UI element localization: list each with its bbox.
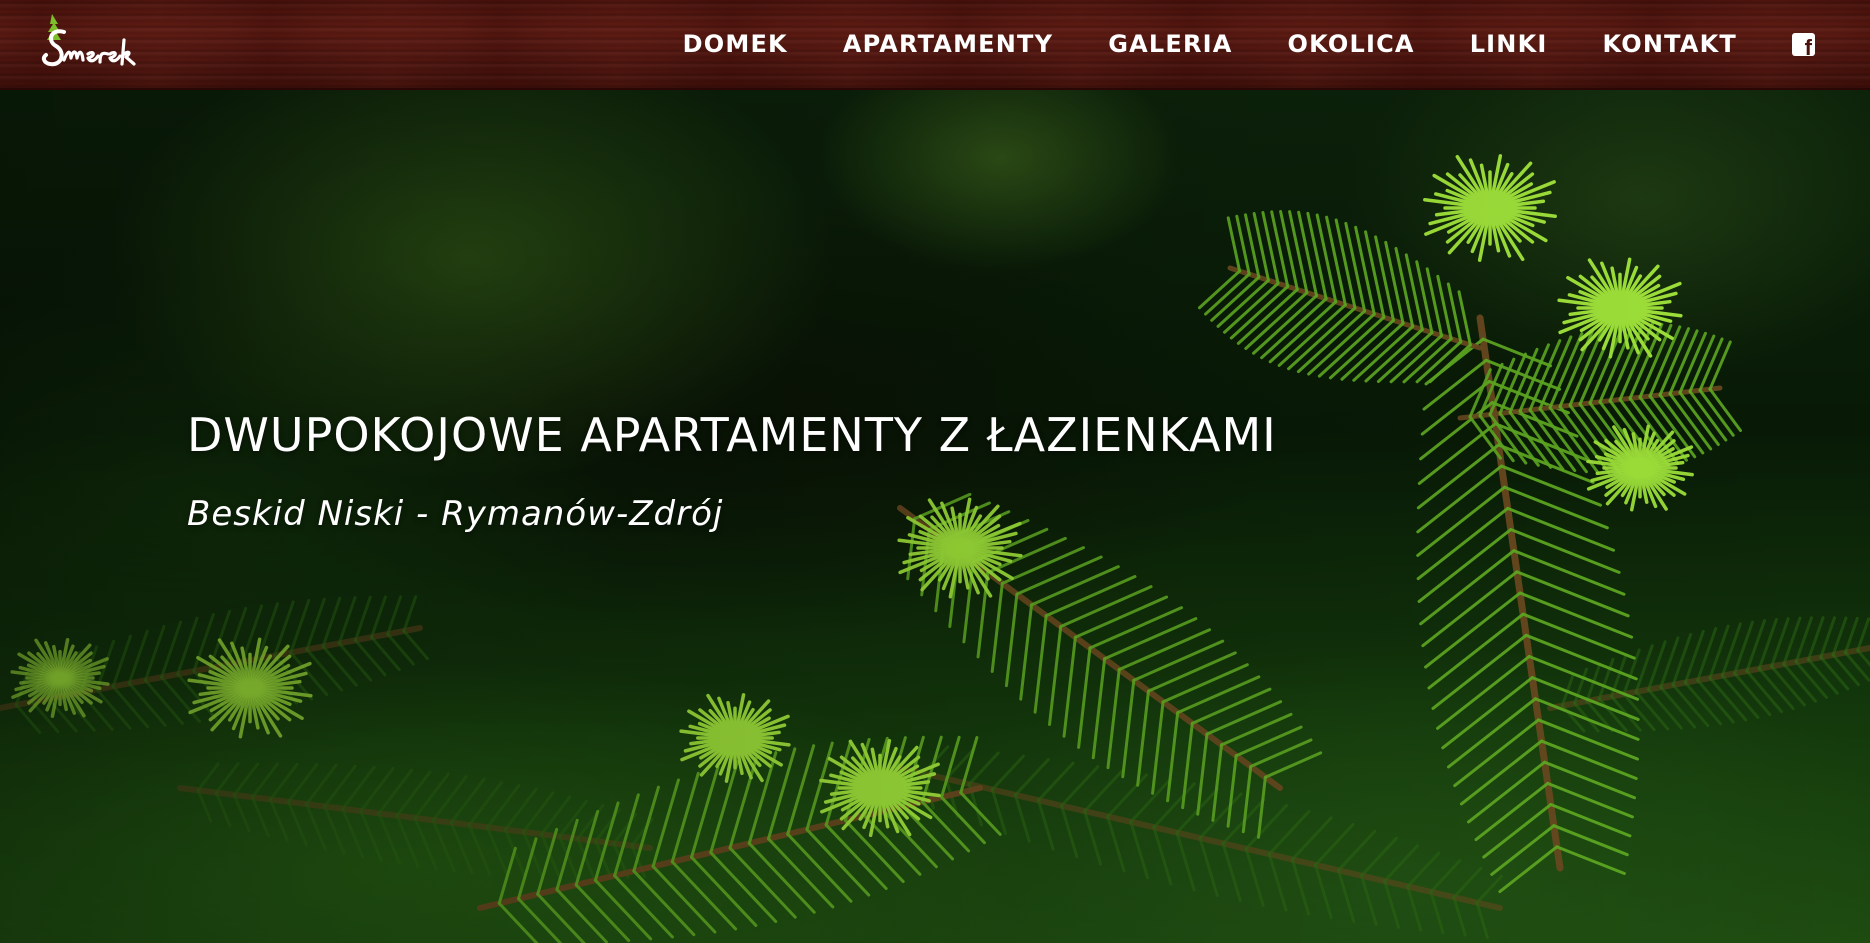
nav-apartamenty[interactable]: APARTAMENTY — [843, 30, 1053, 58]
smerek-logo-icon — [41, 14, 136, 67]
hero-banner: DWUPOKOJOWE APARTAMENTY Z ŁAZIENKAMI Bes… — [0, 88, 1870, 943]
hero-title: DWUPOKOJOWE APARTAMENTY Z ŁAZIENKAMI — [187, 408, 1277, 462]
nav-linki[interactable]: LINKI — [1470, 30, 1548, 58]
nav-domek[interactable]: DOMEK — [683, 30, 788, 58]
page: DOMEK APARTAMENTY GALERIA OKOLICA LINKI … — [0, 0, 1870, 943]
nav-okolica[interactable]: OKOLICA — [1288, 30, 1415, 58]
site-header: DOMEK APARTAMENTY GALERIA OKOLICA LINKI … — [0, 0, 1870, 90]
facebook-icon[interactable]: f — [1792, 32, 1815, 58]
nav-galeria[interactable]: GALERIA — [1108, 30, 1232, 58]
main-nav: DOMEK APARTAMENTY GALERIA OKOLICA LINKI … — [683, 0, 1870, 88]
hero-subtitle: Beskid Niski - Rymanów-Zdrój — [187, 494, 724, 534]
nav-kontakt[interactable]: KONTAKT — [1603, 30, 1737, 58]
site-logo[interactable] — [38, 10, 142, 78]
